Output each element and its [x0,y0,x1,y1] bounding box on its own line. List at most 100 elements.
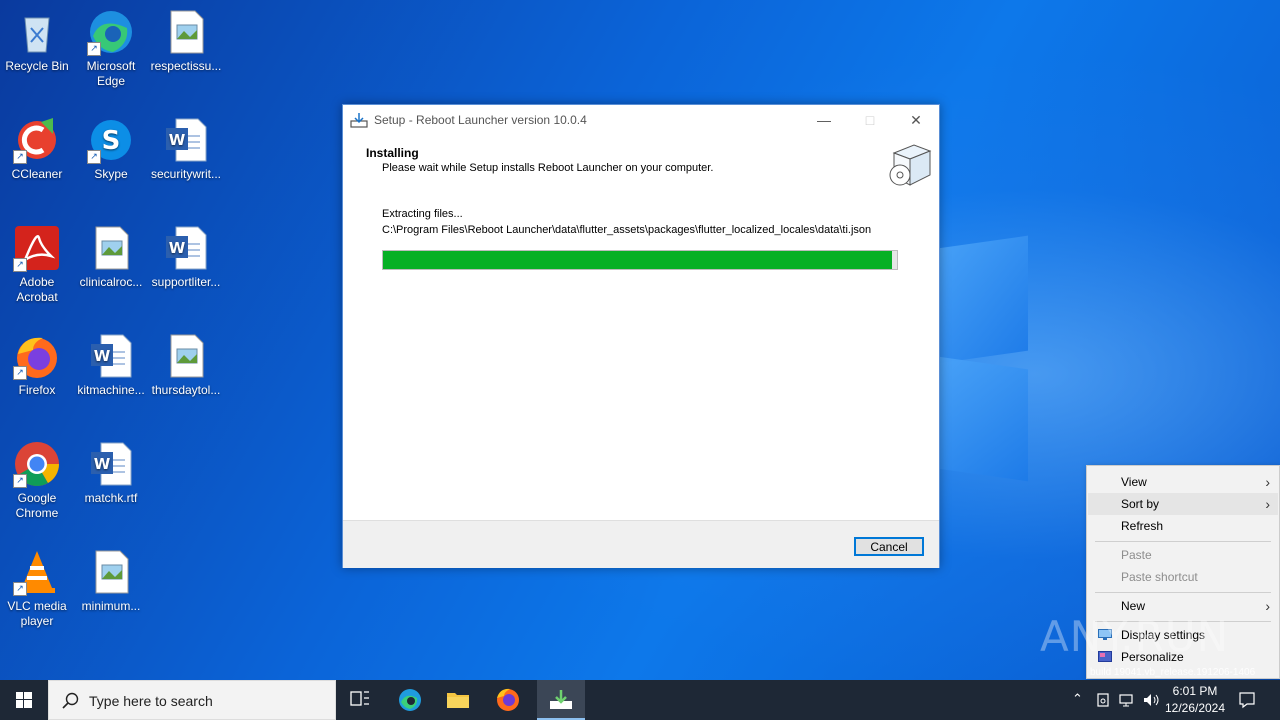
install-heading: Installing [366,146,419,160]
shortcut-arrow-icon: ↗ [87,150,101,164]
maximize-button[interactable]: □ [847,105,893,135]
cancel-button[interactable]: Cancel [854,537,924,556]
menu-item-refresh[interactable]: Refresh [1088,515,1278,537]
desktop-icon[interactable]: clinicalroc... [74,224,148,290]
desktop-icon-label: Adobe Acrobat [16,275,58,304]
installer-box-icon [889,144,932,186]
taskbar-setup-installer[interactable] [537,680,585,720]
desktop-icon[interactable]: respectissu... [149,8,223,74]
desktop-icon-label: securitywrit... [150,167,221,181]
chrome-icon: ↗ [13,440,61,488]
shortcut-arrow-icon: ↗ [13,582,27,596]
dialog-titlebar[interactable]: Setup - Reboot Launcher version 10.0.4 —… [343,105,939,135]
menu-separator [1095,592,1271,593]
setup-app-icon [550,690,572,709]
recycle-bin-icon [13,8,61,56]
desktop-icon[interactable]: Wsecuritywrit... [149,116,223,182]
menu-item-sort-by[interactable]: Sort by › [1088,493,1278,515]
menu-item-paste-shortcut[interactable]: Paste shortcut [1088,566,1278,588]
desktop-icon[interactable]: Wkitmachine... [74,332,148,398]
desktop-icon-label: minimum... [81,599,141,613]
device-icon[interactable] [1095,692,1111,708]
taskbar-file-explorer[interactable] [434,680,482,720]
shortcut-arrow-icon: ↗ [13,474,27,488]
desktop-icon[interactable]: ↗ CCleaner [0,116,74,182]
menu-item-view[interactable]: View › [1088,471,1278,493]
desktop-icon[interactable]: Wsupportliter... [149,224,223,290]
desktop-icon[interactable]: ↗ Adobe Acrobat [0,224,74,305]
clock-date: 12/26/2024 [1164,701,1226,715]
watermark: ANY.RUN [1040,612,1229,661]
menu-separator [1095,541,1271,542]
task-view-button[interactable] [336,680,384,720]
folder-icon [447,693,469,708]
word-doc-icon: W [87,440,135,488]
search-icon [62,692,79,709]
desktop-icon-label: Firefox [18,383,56,397]
taskbar-search-box[interactable]: Type here to search [48,680,336,720]
desktop-icon-label: clinicalroc... [79,275,143,289]
chevron-up-icon[interactable]: ⌃ [1072,691,1083,707]
shortcut-arrow-icon: ↗ [13,366,27,380]
desktop-icon-label: thursdaytol... [151,383,221,397]
dialog-title: Setup - Reboot Launcher version 10.0.4 [374,113,587,127]
desktop-icon-label: Skype [94,167,128,181]
desktop-icon-label: supportliter... [151,275,221,289]
build-watermark: build 19041.vb_release.191206-1406 [1090,667,1256,678]
close-button[interactable]: ✕ [893,105,939,135]
taskbar-firefox[interactable] [484,680,532,720]
desktop-icon[interactable]: ↗ Google Chrome [0,440,74,521]
desktop-icon[interactable]: S ↗ Skype [74,116,148,182]
firefox-icon [497,688,519,711]
edge-icon: ↗ [87,8,135,56]
firefox-icon: ↗ [13,332,61,380]
progress-fill [383,251,892,269]
volume-icon[interactable] [1143,692,1161,708]
desktop-icon-label: VLC media player [7,599,67,628]
word-doc-icon: W [162,224,210,272]
svg-text:S: S [102,126,121,156]
minimize-button[interactable]: — [801,105,847,135]
desktop-icon[interactable]: Recycle Bin [0,8,74,74]
desktop-icon[interactable]: Wmatchk.rtf [74,440,148,506]
shortcut-arrow-icon: ↗ [13,258,27,272]
chevron-right-icon: › [1265,496,1270,512]
chevron-right-icon: › [1265,598,1270,614]
desktop-icon-label: Microsoft Edge [86,59,136,88]
desktop-icon-label: respectissu... [150,59,222,73]
task-view-icon [350,691,369,706]
current-file-path: C:\Program Files\Reboot Launcher\data\fl… [382,224,872,236]
shortcut-arrow-icon: ↗ [13,150,27,164]
skype-icon: S ↗ [87,116,135,164]
desktop-icon[interactable]: ↗ VLC media player [0,548,74,629]
start-button[interactable] [0,680,48,720]
desktop-icon[interactable]: thursdaytol... [149,332,223,398]
setup-app-icon [350,113,368,128]
taskbar: Type here to search ⌃ 6:01 PM 12/26/2024 [0,680,1280,720]
desktop-icon-label: Google Chrome [15,491,59,520]
desktop-icon[interactable]: ↗ Firefox [0,332,74,398]
taskbar-clock[interactable]: 6:01 PM 12/26/2024 [1160,683,1230,717]
menu-item-paste[interactable]: Paste [1088,544,1278,566]
desktop-icon-label: kitmachine... [77,383,145,397]
image-file-icon [162,332,210,380]
install-progress-bar [382,250,898,270]
network-icon[interactable] [1119,692,1135,708]
setup-dialog: Setup - Reboot Launcher version 10.0.4 —… [342,104,940,568]
svg-text:W: W [169,239,186,257]
word-doc-icon: W [87,332,135,380]
taskbar-edge[interactable] [386,680,434,720]
notification-icon[interactable] [1238,691,1256,709]
desktop-icon[interactable]: ↗ Microsoft Edge [74,8,148,89]
clock-time: 6:01 PM [1172,684,1218,698]
image-file-icon [87,548,135,596]
desktop-icon[interactable]: minimum... [74,548,148,614]
svg-text:W: W [94,347,111,365]
vlc-icon: ↗ [13,548,61,596]
acrobat-icon: ↗ [13,224,61,272]
dialog-footer: Cancel [343,520,939,568]
chevron-right-icon: › [1265,474,1270,490]
windows-start-icon [16,692,32,708]
status-text: Extracting files... [382,208,463,220]
search-placeholder: Type here to search [89,693,213,709]
